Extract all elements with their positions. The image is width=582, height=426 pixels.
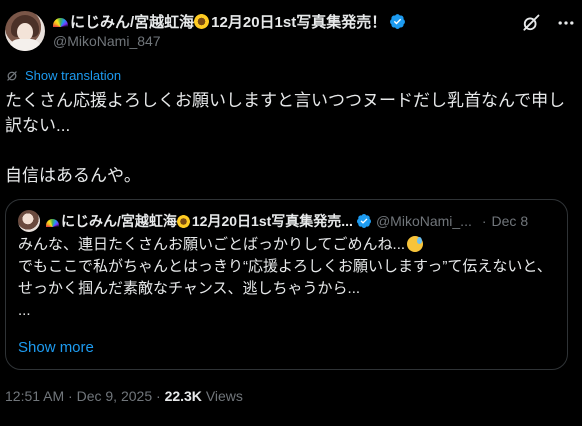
- author-handle[interactable]: @MikoNami_847: [53, 33, 161, 49]
- rainbow-emoji: [46, 218, 59, 227]
- quoted-display-name: にじみん/宮越虹海: [61, 213, 177, 229]
- quoted-text-rest: でもここで私がちゃんとはっきり“応援よろしくお願いしますっ”て伝えないと、 せっ…: [18, 258, 552, 319]
- views-count: 22.3K: [164, 388, 202, 404]
- quoted-text-line1: みんな、連日たくさんお願いごとばっかりしてごめんね...: [18, 236, 406, 253]
- grok-icon[interactable]: [521, 13, 541, 33]
- quoted-tweet-header: にじみん/宮越虹海 12月20日1st写真集発売... @MikoNami_..…: [46, 211, 528, 231]
- more-icon[interactable]: [556, 13, 576, 33]
- quoted-author-avatar: [18, 210, 40, 232]
- tweet-meta: 12:51 AM · Dec 9, 2025 · 22.3K Views: [5, 388, 243, 404]
- meta-separator: ·: [156, 388, 161, 404]
- tweet-time[interactable]: 12:51 AM: [5, 388, 64, 404]
- views-label: Views: [205, 388, 243, 404]
- show-translation-link[interactable]: Show translation: [5, 68, 121, 83]
- translate-icon: [7, 70, 17, 81]
- show-translation-label[interactable]: Show translation: [25, 68, 121, 83]
- sunflower-emoji: [176, 214, 190, 228]
- tweet-text: たくさん応援よろしくお願いしますと言いつつヌードだし乳首なんで申し訳ない... …: [5, 91, 566, 185]
- author-display-name[interactable]: にじみん/宮越虹海: [70, 11, 194, 32]
- show-more-link[interactable]: Show more: [18, 339, 94, 356]
- quoted-separator: ·: [481, 213, 487, 229]
- tweet-date[interactable]: Dec 9, 2025: [77, 388, 153, 404]
- quoted-name-suffix: 12月20日1st写真集発売...: [191, 213, 353, 229]
- sunflower-emoji: [194, 13, 210, 29]
- meta-separator: ·: [68, 388, 73, 404]
- author-name-row[interactable]: にじみん/宮越虹海 12月20日1st写真集発売！: [53, 11, 406, 31]
- quoted-handle: @MikoNami_...: [375, 213, 472, 229]
- author-avatar[interactable]: [5, 11, 45, 51]
- verified-badge-icon[interactable]: [389, 13, 406, 30]
- rainbow-emoji: [53, 18, 68, 27]
- author-name-suffix[interactable]: 12月20日1st写真集発売！: [211, 11, 386, 32]
- quoted-tweet-card[interactable]: にじみん/宮越虹海 12月20日1st写真集発売... @MikoNami_..…: [5, 199, 568, 370]
- sweat-smile-emoji: [407, 236, 424, 252]
- quoted-date: Dec 8: [491, 213, 529, 229]
- verified-badge-icon: [356, 214, 371, 228]
- quoted-tweet-text: みんな、連日たくさんお願いごとばっかりしてごめんね... でもここで私がちゃんと…: [18, 234, 558, 322]
